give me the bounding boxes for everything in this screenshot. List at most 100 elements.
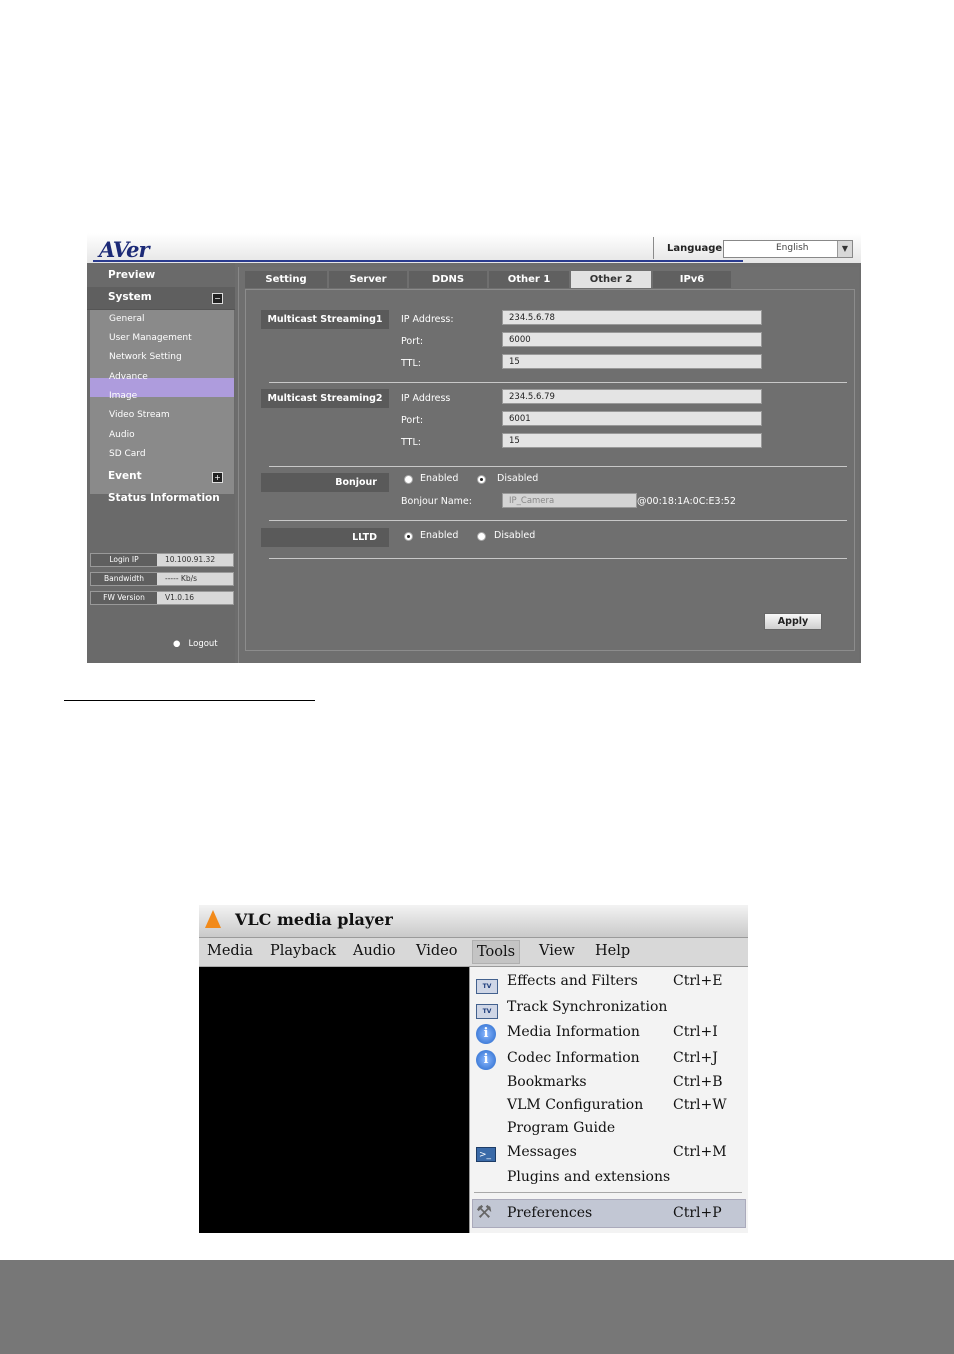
menu-separator <box>474 1192 742 1193</box>
tab-other-2[interactable]: Other 2 <box>571 271 651 288</box>
lltd-enabled-radio[interactable] <box>404 532 413 541</box>
terminal-icon: >_ <box>476 1147 496 1162</box>
divider <box>269 520 847 521</box>
info-icon: i <box>476 1024 496 1044</box>
multicast1-port-input[interactable]: 6000 <box>502 332 762 347</box>
lltd-disabled-radio[interactable] <box>477 532 486 541</box>
language-separator <box>653 237 654 259</box>
menu-view[interactable]: View <box>539 943 575 959</box>
sidebar-item-video-stream[interactable]: Video Stream <box>109 410 170 420</box>
vlc-cone-icon <box>205 910 221 928</box>
bonjour-mac-suffix: @00:18:1A:0C:E3:52 <box>637 496 736 507</box>
menu-help[interactable]: Help <box>595 943 630 959</box>
lltd-disabled-label: Disabled <box>494 530 536 541</box>
vlc-menubar: Media Playback Audio Video Tools View He… <box>199 938 748 967</box>
sidebar-item-event[interactable]: Event <box>108 470 142 482</box>
language-select[interactable]: English ▼ <box>723 240 853 258</box>
port-label: Port: <box>401 415 424 426</box>
menu-item-effects[interactable]: Effects and Filters <box>507 973 638 989</box>
logout-label: Logout <box>188 639 218 649</box>
menu-tools[interactable]: Tools <box>472 940 521 964</box>
multicast1-ip-input[interactable]: 234.5.6.78 <box>502 310 762 325</box>
ttl-label: TTL: <box>401 358 421 369</box>
expand-icon[interactable]: + <box>212 472 223 483</box>
separator-line <box>64 700 315 701</box>
multicast1-ttl-input[interactable]: 15 <box>502 354 762 369</box>
multicast2-ttl-input[interactable]: 15 <box>502 433 762 448</box>
sidebar: Preview System − General User Management… <box>87 263 235 663</box>
tab-setting[interactable]: Setting <box>245 271 327 288</box>
bonjour-name-label: Bonjour Name: <box>401 496 472 507</box>
fw-version-value: V1.0.16 <box>165 593 194 602</box>
menu-video[interactable]: Video <box>416 943 457 959</box>
fw-version-label: FW Version <box>91 592 157 604</box>
settings-panel: Multicast Streaming1 IP Address: 234.5.6… <box>245 289 855 651</box>
menu-item-bookmarks[interactable]: Bookmarks <box>507 1074 587 1090</box>
bandwidth-label: Bandwidth <box>91 573 157 585</box>
menu-item-plugins[interactable]: Plugins and extensions <box>507 1169 670 1185</box>
bonjour-disabled-radio[interactable] <box>477 475 486 484</box>
bonjour-enabled-radio[interactable] <box>404 475 413 484</box>
menu-item-program-guide[interactable]: Program Guide <box>507 1120 615 1136</box>
fw-version-row: FW Version V1.0.16 <box>90 591 234 605</box>
apply-button[interactable]: Apply <box>764 613 822 630</box>
sidebar-item-advance[interactable]: Advance <box>109 372 148 382</box>
bandwidth-value: ----- Kb/s <box>165 574 198 583</box>
tab-other-1[interactable]: Other 1 <box>489 271 569 288</box>
login-ip-value: 10.100.91.32 <box>165 555 216 564</box>
sidebar-item-audio[interactable]: Audio <box>109 430 135 440</box>
sidebar-item-preview[interactable]: Preview <box>108 269 155 281</box>
bandwidth-row: Bandwidth ----- Kb/s <box>90 572 234 586</box>
sidebar-item-sd-card[interactable]: SD Card <box>109 449 146 459</box>
sidebar-item-user-management[interactable]: User Management <box>109 333 192 343</box>
shortcut: Ctrl+E <box>673 973 723 989</box>
vlc-window: VLC media player Media Playback Audio Vi… <box>199 905 748 1233</box>
tools-dropdown: TV Effects and Filters Ctrl+E TV Track S… <box>469 966 748 1233</box>
menu-item-track-sync[interactable]: Track Synchronization <box>507 999 667 1015</box>
sync-icon: TV <box>476 1004 498 1019</box>
shortcut: Ctrl+B <box>673 1074 723 1090</box>
chevron-down-icon[interactable]: ▼ <box>837 241 852 257</box>
sidebar-item-general[interactable]: General <box>109 314 144 324</box>
vlc-title: VLC media player <box>235 910 393 929</box>
tab-ddns[interactable]: DDNS <box>409 271 487 288</box>
menu-item-codec-info[interactable]: Codec Information <box>507 1050 640 1066</box>
multicast2-port-input[interactable]: 6001 <box>502 411 762 426</box>
bonjour-name-input[interactable]: IP_Camera <box>502 493 637 508</box>
sidebar-item-status-information[interactable]: Status Information <box>108 492 220 504</box>
sidebar-item-system[interactable]: System <box>108 291 152 303</box>
ip-address-label: IP Address <box>401 393 451 404</box>
tools-icon: ⚒ <box>476 1202 493 1223</box>
menu-media[interactable]: Media <box>207 943 253 959</box>
section-multicast-2: Multicast Streaming2 <box>261 389 389 408</box>
login-ip-label: Login IP <box>91 554 157 566</box>
sidebar-item-image[interactable]: Image <box>109 391 137 401</box>
logout-link[interactable]: ● Logout <box>173 639 218 649</box>
shortcut: Ctrl+J <box>673 1050 718 1066</box>
bonjour-enabled-label: Enabled <box>420 473 459 484</box>
main-content: Setting Server DDNS Other 1 Other 2 IPv6… <box>238 267 859 663</box>
language-label: Language <box>667 243 723 254</box>
menu-item-preferences[interactable]: Preferences <box>507 1205 592 1221</box>
page-footer-bar <box>0 1260 954 1354</box>
divider <box>269 466 847 467</box>
port-label: Port: <box>401 336 424 347</box>
info-icon: i <box>476 1050 496 1070</box>
shortcut: Ctrl+P <box>673 1205 722 1221</box>
menu-item-media-info[interactable]: Media Information <box>507 1024 640 1040</box>
menu-item-vlm-config[interactable]: VLM Configuration <box>507 1097 643 1113</box>
language-value: English <box>776 243 809 253</box>
menu-playback[interactable]: Playback <box>270 943 336 959</box>
multicast2-ip-input[interactable]: 234.5.6.79 <box>502 389 762 404</box>
shortcut: Ctrl+I <box>673 1024 718 1040</box>
collapse-icon[interactable]: − <box>212 293 223 304</box>
menu-item-messages[interactable]: Messages <box>507 1144 577 1160</box>
login-ip-row: Login IP 10.100.91.32 <box>90 553 234 567</box>
shortcut: Ctrl+M <box>673 1144 727 1160</box>
tab-ipv6[interactable]: IPv6 <box>653 271 731 288</box>
section-multicast-1: Multicast Streaming1 <box>261 310 389 329</box>
sidebar-item-network-setting[interactable]: Network Setting <box>109 352 182 362</box>
shortcut: Ctrl+W <box>673 1097 727 1113</box>
menu-audio[interactable]: Audio <box>353 943 395 959</box>
tab-server[interactable]: Server <box>329 271 407 288</box>
